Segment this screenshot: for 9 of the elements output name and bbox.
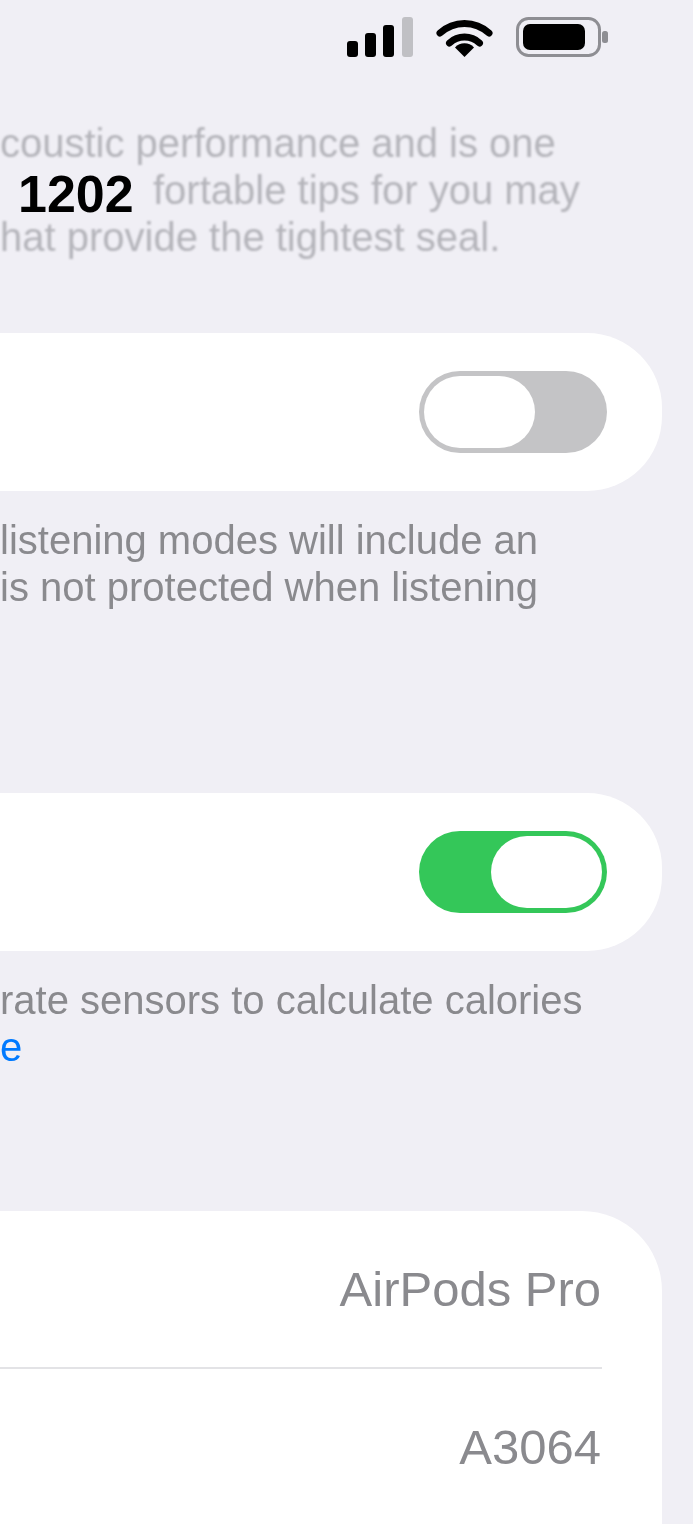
battery-icon	[516, 17, 608, 57]
wifi-icon	[436, 17, 493, 57]
footer-text: rate sensors to calculate calories e	[0, 977, 583, 1071]
value-text: AirPods Pro	[339, 1264, 601, 1314]
link[interactable]: e	[0, 1025, 23, 1069]
blurred-text: fortable tips for you may	[153, 167, 580, 214]
footer-text: listening modes will include an is not protected when listening	[0, 517, 539, 611]
value-text: A3064	[459, 1422, 601, 1472]
signal-bars-icon	[347, 17, 413, 57]
